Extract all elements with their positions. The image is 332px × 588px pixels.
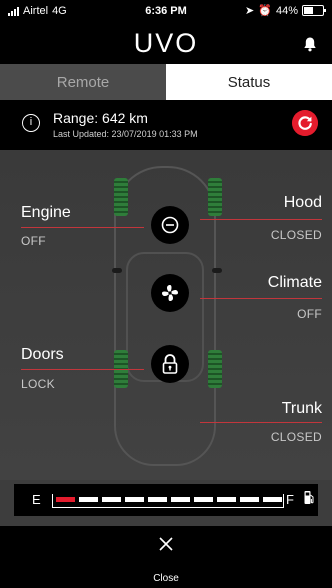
last-updated-text: Last Updated: 23/07/2019 01:33 PM (53, 129, 198, 139)
right-mirror (212, 268, 222, 273)
fuel-segment (240, 497, 259, 502)
engine-status-button[interactable] (151, 206, 189, 244)
climate-status-button[interactable] (151, 274, 189, 312)
engine-value: OFF (21, 234, 46, 248)
hood-pointer-line (200, 219, 322, 220)
info-icon: i (22, 114, 40, 132)
trunk-value: CLOSED (270, 430, 322, 444)
battery-icon (302, 5, 326, 16)
fuel-segment (79, 497, 98, 502)
fuel-segment-filled (56, 497, 75, 502)
refresh-icon[interactable] (292, 110, 318, 136)
range-panel (0, 100, 332, 150)
front-left-wheel (114, 178, 128, 216)
climate-pointer-line (200, 298, 322, 299)
fuel-segment (194, 497, 213, 502)
system-status-bar: Airtel 4G 6:36 PM ➤ ⏰ 44% (0, 0, 332, 22)
location-icon: ➤ (245, 5, 255, 17)
fuel-segment (148, 497, 167, 502)
front-right-wheel (208, 178, 222, 216)
doors-status-button[interactable] (151, 345, 189, 383)
tab-bar: Remote Status (0, 64, 332, 100)
doors-label: Doors (21, 346, 64, 363)
system-indicators: ➤ ⏰ 44% (245, 4, 326, 17)
fuel-gauge: E F (14, 484, 318, 516)
notification-bell-icon[interactable] (302, 36, 318, 52)
trunk-label: Trunk (281, 400, 322, 417)
fuel-empty-label: E (32, 492, 41, 507)
fuel-segment (102, 497, 121, 502)
app-header: UVO (0, 22, 332, 64)
doors-value: LOCK (21, 377, 55, 391)
fan-icon (162, 285, 178, 301)
fuel-level-track (52, 494, 284, 508)
fuel-segment (171, 497, 190, 502)
trunk-pointer-line (200, 422, 322, 423)
rear-right-wheel (208, 350, 222, 388)
range-value: Range: 642 km (53, 110, 148, 126)
battery-percent: 44% (275, 4, 298, 17)
fuel-segment (263, 497, 282, 502)
tab-status[interactable]: Status (166, 64, 332, 100)
fuel-full-label: F (286, 492, 294, 507)
left-mirror (112, 268, 122, 273)
fuel-pump-icon (304, 491, 314, 504)
climate-value: OFF (297, 307, 322, 321)
engine-label: Engine (21, 204, 71, 221)
lock-icon (162, 354, 178, 374)
hood-value: CLOSED (270, 228, 322, 242)
doors-pointer-line (21, 369, 144, 370)
close-button-label[interactable]: Close (0, 573, 332, 584)
close-icon[interactable] (158, 536, 174, 552)
hood-label: Hood (283, 194, 322, 211)
engine-icon (161, 216, 179, 234)
fuel-segment (217, 497, 236, 502)
climate-label: Climate (267, 274, 322, 291)
app-logo: UVO (133, 28, 199, 58)
alarm-icon: ⏰ (258, 5, 272, 17)
engine-pointer-line (21, 227, 144, 228)
fuel-segment (125, 497, 144, 502)
tab-remote[interactable]: Remote (0, 64, 166, 100)
vehicle-status-panel: Engine OFF Hood CLOSED Climate OFF Doors… (0, 150, 332, 480)
